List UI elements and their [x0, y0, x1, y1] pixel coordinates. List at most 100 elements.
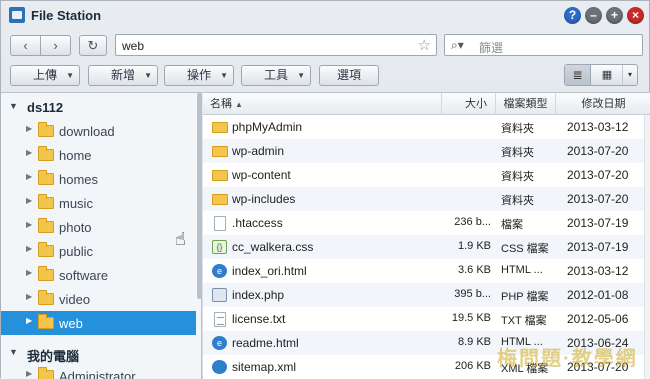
- folder-icon: [38, 170, 54, 185]
- folder-tree: ▼ ds112 ▶ download ▶ home ▶ homes ▶ musi…: [1, 92, 202, 379]
- chevron-down-icon[interactable]: ▾: [622, 65, 637, 85]
- folder-icon: [212, 170, 228, 181]
- tree-root-ds112[interactable]: ▼ ds112: [1, 96, 196, 118]
- expand-arrow-icon[interactable]: ▶: [26, 316, 32, 325]
- file-size: 206 KB: [454, 360, 491, 372]
- tree-item-label: music: [59, 196, 93, 211]
- create-button[interactable]: 新增 ▼: [88, 65, 158, 86]
- file-name: .htaccess: [232, 216, 283, 230]
- column-header-name[interactable]: 名稱 ▲: [203, 93, 442, 115]
- expand-arrow-icon[interactable]: ▶: [26, 220, 32, 229]
- expand-triangle-icon[interactable]: ▼: [9, 347, 18, 357]
- folder-icon: [38, 242, 54, 257]
- file-size: 3.6 KB: [457, 264, 491, 276]
- action-button[interactable]: 操作 ▼: [164, 65, 234, 86]
- table-row[interactable]: wp-includes 資料夾 2013-07-20: [203, 187, 650, 211]
- filter-placeholder: 篩選: [479, 41, 504, 55]
- tree-item-administrator[interactable]: ▶ Administrator: [1, 364, 196, 379]
- expand-arrow-icon[interactable]: ▶: [26, 244, 32, 253]
- filter-input[interactable]: ⌕▾ 篩選: [444, 34, 643, 56]
- folder-icon: [38, 122, 54, 137]
- tree-item-download[interactable]: ▶ download: [1, 119, 196, 143]
- file-date: 2013-07-19: [567, 240, 629, 254]
- chevron-down-icon: ▼: [220, 71, 228, 80]
- expand-triangle-icon[interactable]: ▼: [9, 101, 18, 111]
- thumbnail-view-icon[interactable]: ▦: [592, 65, 622, 85]
- folder-icon: [212, 146, 228, 157]
- minimize-button[interactable]: –: [585, 7, 602, 24]
- refresh-button[interactable]: ↻: [79, 35, 107, 56]
- table-row[interactable]: wp-admin 資料夾 2013-07-20: [203, 139, 650, 163]
- file-icon: [214, 216, 226, 231]
- help-button[interactable]: ?: [564, 7, 581, 24]
- watermark-text: 梅問題·教學網: [497, 348, 638, 370]
- tools-button[interactable]: 工具 ▼: [241, 65, 311, 86]
- file-list-scrollbar[interactable]: [644, 115, 650, 379]
- search-icon[interactable]: ⌕▾: [451, 38, 464, 53]
- file-list: 名稱 ▲ 大小 檔案類型 修改日期 phpMyAdmin 資料夾 2013-03-…: [203, 92, 650, 379]
- file-date: 2012-01-08: [567, 288, 629, 302]
- expand-arrow-icon[interactable]: ▶: [26, 148, 32, 157]
- file-size: 395 b...: [454, 288, 491, 300]
- list-view-icon[interactable]: ≣: [565, 65, 591, 85]
- file-size: 19.5 KB: [451, 312, 491, 324]
- forward-button[interactable]: ›: [40, 35, 71, 56]
- tree-item-label: home: [59, 148, 92, 163]
- expand-arrow-icon[interactable]: ▶: [26, 292, 32, 301]
- expand-arrow-icon[interactable]: ▶: [26, 369, 32, 378]
- column-header-date[interactable]: 修改日期: [556, 93, 650, 115]
- tree-item-software[interactable]: ▶ software: [1, 263, 196, 287]
- close-button[interactable]: ×: [627, 7, 644, 24]
- file-type: HTML ...: [501, 264, 543, 276]
- column-header-type[interactable]: 檔案類型: [496, 93, 556, 115]
- file-type: TXT 檔案: [501, 315, 547, 327]
- table-row[interactable]: .htaccess 236 b... 檔案 2013-07-19: [203, 211, 650, 235]
- tree-item-label: video: [59, 292, 91, 307]
- tree-item-music[interactable]: ▶ music: [1, 191, 196, 215]
- file-size: 1.9 KB: [457, 240, 491, 252]
- chevron-down-icon: ▼: [144, 71, 152, 80]
- tree-item-web[interactable]: ▶ web: [1, 311, 196, 335]
- file-date: 2013-03-12: [567, 264, 629, 278]
- tree-item-photo[interactable]: ▶ photo: [1, 215, 196, 239]
- file-type: 資料夾: [501, 195, 534, 207]
- file-name: phpMyAdmin: [232, 120, 303, 134]
- sidebar-scrollbar[interactable]: [197, 93, 201, 299]
- file-name: wp-content: [232, 168, 291, 182]
- tree-item-label: public: [59, 244, 93, 259]
- tree-root-my-computer[interactable]: ▼ 我的電腦: [1, 342, 196, 364]
- table-row[interactable]: wp-content 資料夾 2013-07-20: [203, 163, 650, 187]
- tree-item-video[interactable]: ▶ video: [1, 287, 196, 311]
- table-row[interactable]: license.txt 19.5 KB TXT 檔案 2012-05-06: [203, 307, 650, 331]
- table-row[interactable]: index.php 395 b... PHP 檔案 2012-01-08: [203, 283, 650, 307]
- table-row[interactable]: {} cc_walkera.css 1.9 KB CSS 檔案 2013-07-…: [203, 235, 650, 259]
- folder-icon: [38, 146, 54, 161]
- txt-file-icon: [214, 312, 226, 327]
- file-date: 2013-07-20: [567, 144, 629, 158]
- sort-ascending-icon: ▲: [235, 100, 243, 109]
- hand-cursor-icon: ☝: [175, 229, 186, 249]
- tree-item-home[interactable]: ▶ home: [1, 143, 196, 167]
- expand-arrow-icon[interactable]: ▶: [26, 124, 32, 133]
- path-input[interactable]: web ☆: [115, 34, 437, 56]
- upload-button[interactable]: 上傳 ▼: [10, 65, 80, 86]
- expand-arrow-icon[interactable]: ▶: [26, 196, 32, 205]
- tree-item-public[interactable]: ▶ public: [1, 239, 196, 263]
- php-file-icon: [212, 288, 227, 302]
- file-date: 2013-03-12: [567, 120, 629, 134]
- tree-root-label: 我的電腦: [27, 349, 80, 364]
- expand-arrow-icon[interactable]: ▶: [26, 268, 32, 277]
- expand-arrow-icon[interactable]: ▶: [26, 172, 32, 181]
- file-name: readme.html: [232, 336, 299, 350]
- column-header-size[interactable]: 大小: [442, 93, 496, 115]
- tree-item-homes[interactable]: ▶ homes: [1, 167, 196, 191]
- table-row[interactable]: phpMyAdmin 資料夾 2013-03-12: [203, 115, 650, 139]
- file-name: wp-includes: [232, 192, 296, 206]
- settings-button[interactable]: 選項: [319, 65, 379, 86]
- maximize-button[interactable]: +: [606, 7, 623, 24]
- favorite-star-icon[interactable]: ☆: [418, 36, 431, 54]
- html-file-icon: e: [212, 264, 227, 278]
- file-type: 檔案: [501, 219, 523, 231]
- back-button[interactable]: ‹: [10, 35, 41, 56]
- table-row[interactable]: e index_ori.html 3.6 KB HTML ... 2013-03…: [203, 259, 650, 283]
